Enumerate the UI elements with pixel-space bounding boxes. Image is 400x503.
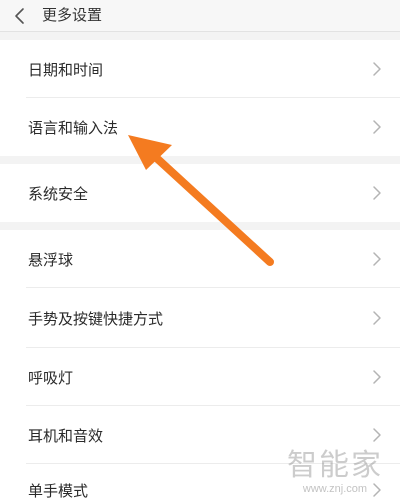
settings-item-date-time[interactable]: 日期和时间 bbox=[0, 40, 400, 98]
settings-item-language-input[interactable]: 语言和输入法 bbox=[0, 98, 400, 156]
settings-item-one-handed-mode[interactable]: 单手模式 bbox=[0, 464, 400, 503]
settings-item-label: 耳机和音效 bbox=[28, 427, 104, 445]
settings-group-2: 系统安全 bbox=[0, 164, 400, 222]
settings-item-label: 日期和时间 bbox=[28, 61, 104, 79]
settings-group-1: 日期和时间 语言和输入法 bbox=[0, 40, 400, 156]
chevron-right-icon bbox=[373, 62, 381, 76]
settings-item-label: 单手模式 bbox=[28, 482, 89, 500]
settings-item-label: 悬浮球 bbox=[28, 251, 74, 269]
chevron-right-icon bbox=[373, 186, 381, 200]
chevron-right-icon bbox=[373, 370, 381, 384]
settings-item-breathing-light[interactable]: 呼吸灯 bbox=[0, 348, 400, 406]
settings-item-label: 语言和输入法 bbox=[28, 119, 119, 137]
settings-item-gesture-shortcuts[interactable]: 手势及按键快捷方式 bbox=[0, 288, 400, 348]
settings-item-earphone-sound[interactable]: 耳机和音效 bbox=[0, 406, 400, 464]
chevron-right-icon bbox=[373, 311, 381, 325]
chevron-right-icon bbox=[373, 428, 381, 442]
settings-item-label: 呼吸灯 bbox=[28, 369, 74, 387]
settings-item-label: 手势及按键快捷方式 bbox=[28, 310, 164, 328]
chevron-right-icon bbox=[373, 252, 381, 266]
settings-item-floating-ball[interactable]: 悬浮球 bbox=[0, 230, 400, 288]
chevron-left-icon[interactable] bbox=[10, 6, 30, 26]
settings-item-system-security[interactable]: 系统安全 bbox=[0, 164, 400, 222]
chevron-right-icon bbox=[373, 483, 381, 497]
chevron-right-icon bbox=[373, 120, 381, 134]
page-title: 更多设置 bbox=[42, 6, 103, 24]
title-bar: 更多设置 bbox=[0, 0, 400, 32]
settings-group-3: 悬浮球 手势及按键快捷方式 呼吸灯 耳机和音效 单手模式 bbox=[0, 230, 400, 503]
settings-item-label: 系统安全 bbox=[28, 185, 89, 203]
